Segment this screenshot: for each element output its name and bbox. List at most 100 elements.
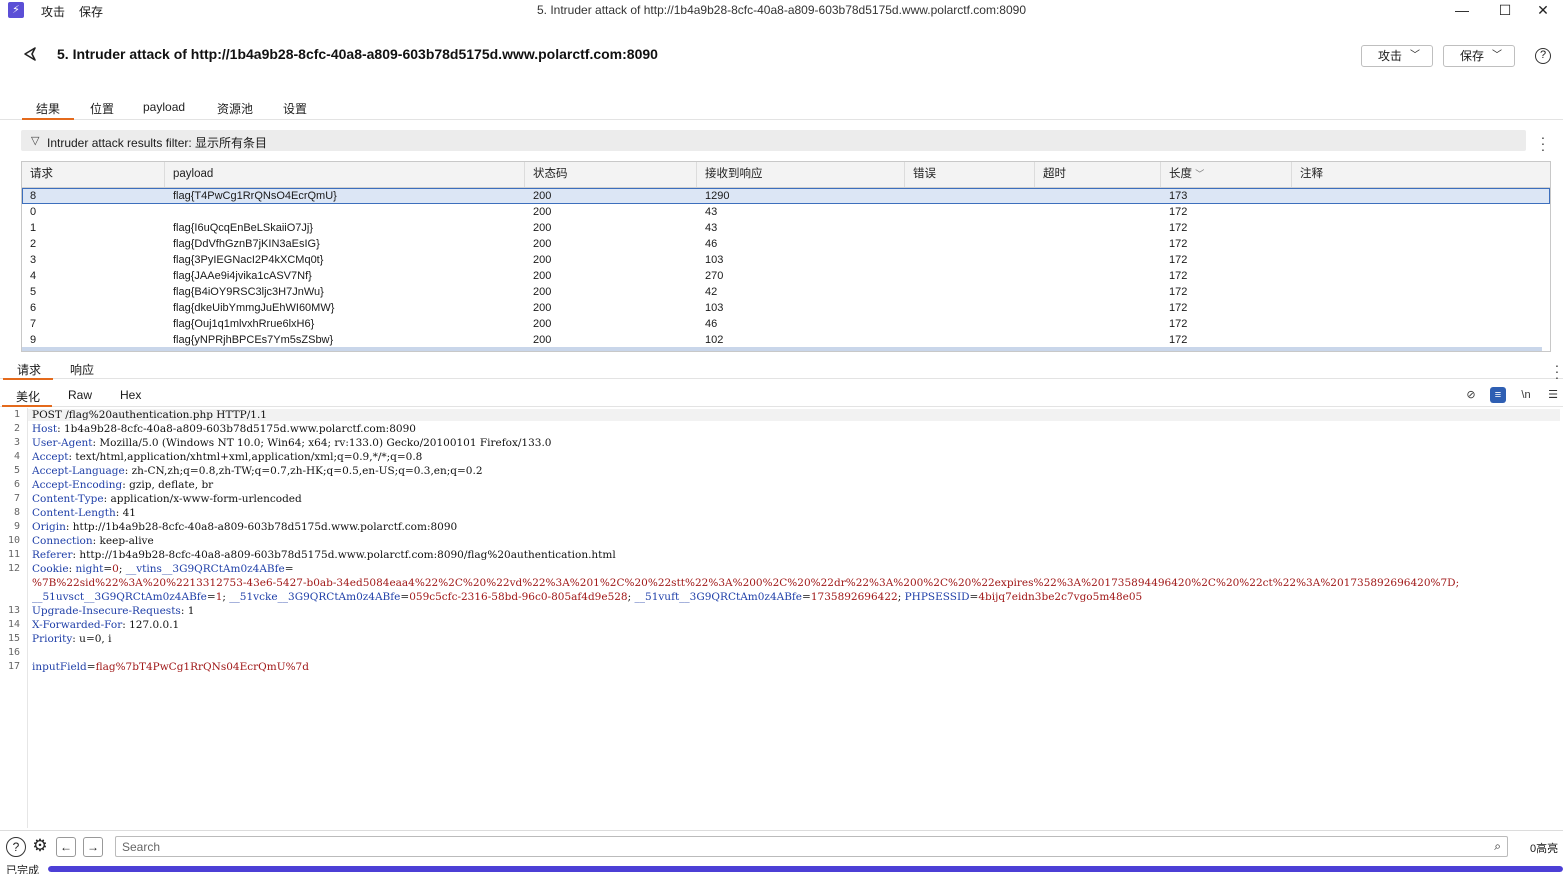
help-icon[interactable]: ?	[1535, 48, 1551, 64]
table-row[interactable]: 3 flag{3PyIEGNacI2P4kXCMq0t} 200 103 172	[22, 252, 1550, 268]
status-bar: 已完成	[0, 860, 1563, 874]
code-line: X-Forwarded-For: 127.0.0.1	[32, 619, 180, 631]
request-response-tabs: 请求 响应	[0, 357, 1563, 380]
code-line: Connection: keep-alive	[32, 535, 154, 547]
table-cell: 200	[533, 318, 552, 330]
code-line: Content-Type: application/x-www-form-url…	[32, 493, 302, 505]
next-arrow-icon[interactable]: →	[83, 837, 103, 857]
code-line: Referer: http://1b4a9b28-8cfc-40a8-a809-…	[32, 549, 616, 561]
header-value: gzip, deflate, br	[125, 479, 214, 491]
tab-response[interactable]: 响应	[70, 361, 94, 378]
table-row[interactable]: 2 flag{DdVfhGznB7jKIN3aEsIG} 200 46 172	[22, 236, 1550, 252]
table-cell: 172	[1169, 318, 1188, 330]
menu-attack[interactable]: 攻击	[41, 3, 65, 20]
help-icon[interactable]: ?	[6, 837, 26, 857]
table-cell: 200	[533, 206, 552, 218]
code-line: Accept-Language: zh-CN,zh;q=0.8,zh-TW;q=…	[32, 465, 483, 477]
line-number: 17	[7, 661, 20, 672]
table-cell: 200	[533, 334, 552, 346]
eye-off-icon[interactable]: ⊘	[1463, 387, 1479, 403]
column-status[interactable]: 状态码	[525, 162, 697, 187]
table-row[interactable]: 8 flag{T4PwCg1RrQNsO4EcrQmU} 200 1290 173	[22, 188, 1550, 204]
attack-tabs: 结果 位置 payload 资源池 设置	[0, 96, 1563, 120]
table-cell: 172	[1169, 206, 1188, 218]
header-key: Referer	[32, 549, 73, 561]
tab-hex[interactable]: Hex	[120, 388, 141, 402]
code-line: Host: 1b4a9b28-8cfc-40a8-a809-603b78d517…	[32, 423, 416, 435]
save-button[interactable]: 保存 ﹀	[1443, 45, 1515, 67]
attack-button[interactable]: 攻击 ﹀	[1361, 45, 1433, 67]
minimize-icon[interactable]: —	[1442, 0, 1482, 22]
table-row[interactable]: 7 flag{Ouj1q1mlvxhRrue6lxH6} 200 46 172	[22, 316, 1550, 332]
close-icon[interactable]: ✕	[1523, 0, 1563, 22]
tab-pretty[interactable]: 美化	[1, 388, 53, 407]
tab-positions[interactable]: 位置	[90, 100, 114, 117]
maximize-icon[interactable]: ☐	[1485, 0, 1525, 22]
code-line: POST /flag%20authentication.php HTTP/1.1	[28, 409, 1560, 421]
table-row[interactable]: 1 flag{I6uQcqEnBeLSkaiiO7Jj} 200 43 172	[22, 220, 1550, 236]
more-options-icon[interactable]: · · ·	[1552, 358, 1562, 384]
line-number: 12	[7, 563, 20, 574]
table-cell: flag{I6uQcqEnBeLSkaiiO7Jj}	[173, 222, 314, 234]
header-key: Priority	[32, 633, 73, 645]
previous-arrow-icon[interactable]: ←	[56, 837, 76, 857]
tab-raw[interactable]: Raw	[68, 388, 92, 402]
header-key: X-Forwarded-For	[32, 619, 123, 631]
column-comment[interactable]: 注释	[1292, 162, 1550, 187]
newline-icon[interactable]: \n	[1518, 387, 1534, 403]
cookie-value: 1	[215, 591, 223, 603]
line-number: 11	[7, 549, 20, 560]
wrap-icon[interactable]: ≡	[1490, 387, 1506, 403]
menu-icon[interactable]: ☰	[1545, 387, 1561, 403]
tab-results[interactable]: 结果	[21, 100, 75, 120]
table-cell: flag{Ouj1q1mlvxhRrue6lxH6}	[173, 318, 315, 330]
table-row[interactable]: 0 200 43 172	[22, 204, 1550, 220]
horizontal-scrollbar[interactable]	[22, 347, 1542, 351]
line-number: 7	[13, 493, 20, 504]
search-icon[interactable]: ⌕	[1494, 839, 1501, 854]
column-timeout[interactable]: 超时	[1035, 162, 1161, 187]
table-cell: 46	[705, 238, 718, 250]
back-arrow-icon[interactable]	[22, 46, 38, 62]
code-line: Content-Length: 41	[32, 507, 136, 519]
tab-settings[interactable]: 设置	[283, 100, 307, 117]
code-line: Upgrade-Insecure-Requests: 1	[32, 605, 195, 617]
table-cell: 103	[705, 254, 724, 266]
request-line: POST /flag%20authentication.php HTTP/1.1	[32, 409, 267, 421]
tab-resource-pool[interactable]: 资源池	[217, 100, 253, 117]
column-request[interactable]: 请求	[22, 162, 165, 187]
table-row[interactable]: 4 flag{JAAe9i4jvika1cASV7Nf} 200 270 172	[22, 268, 1550, 284]
results-filter[interactable]: ▽ Intruder attack results filter: 显示所有条目	[21, 130, 1526, 151]
tab-request[interactable]: 请求	[2, 361, 54, 380]
table-row[interactable]: 9 flag{yNPRjhBPCEs7Ym5sZSbw} 200 102 172	[22, 332, 1550, 348]
table-cell: flag{yNPRjhBPCEs7Ym5sZSbw}	[173, 334, 334, 346]
progress-bar	[48, 866, 1563, 872]
code-line: User-Agent: Mozilla/5.0 (Windows NT 10.0…	[32, 437, 552, 449]
line-number: 1	[13, 409, 20, 420]
code-line: Accept: text/html,application/xhtml+xml,…	[32, 451, 423, 463]
bottom-bar: ? ⚙ ← → ⌕ 0高亮	[0, 830, 1563, 860]
tab-payload[interactable]: payload	[143, 100, 185, 114]
gear-icon[interactable]: ⚙	[30, 837, 50, 857]
column-error[interactable]: 错误	[905, 162, 1035, 187]
body-param-name: inputField	[32, 661, 87, 673]
request-editor[interactable]: 1 2 3 4 5 6 7 8 9 10 11 12 13 14 15 16 17 POST /flag%20a…	[0, 408, 1563, 828]
column-payload[interactable]: payload	[165, 162, 525, 187]
cookie-value: 4bijq7eidn3be2c7vgo5m48e05	[978, 591, 1143, 603]
table-cell: 172	[1169, 270, 1188, 282]
table-cell: 200	[533, 286, 552, 298]
more-options-icon[interactable]: · · ·	[1538, 130, 1548, 156]
view-tabs: 美化 Raw Hex ⊘ ≡ \n ☰	[0, 383, 1563, 407]
table-row[interactable]: 6 flag{dkeUibYmmgJuEhWI60MW} 200 103 172	[22, 300, 1550, 316]
column-response-received[interactable]: 接收到响应	[697, 162, 905, 187]
table-cell: 200	[533, 254, 552, 266]
table-row[interactable]: 5 flag{B4iOY9RSC3ljc3H7JnWu} 200 42 172	[22, 284, 1550, 300]
menu-save[interactable]: 保存	[79, 3, 103, 20]
column-length-label: 长度	[1169, 168, 1192, 180]
search-input[interactable]	[116, 837, 1476, 856]
table-cell: flag{3PyIEGNacI2P4kXCMq0t}	[173, 254, 324, 266]
code-line: Origin: http://1b4a9b28-8cfc-40a8-a809-6…	[32, 521, 458, 533]
column-length[interactable]: 长度 ﹀	[1161, 162, 1292, 187]
table-cell: 1290	[705, 190, 730, 202]
header-key: Cookie	[32, 563, 69, 575]
